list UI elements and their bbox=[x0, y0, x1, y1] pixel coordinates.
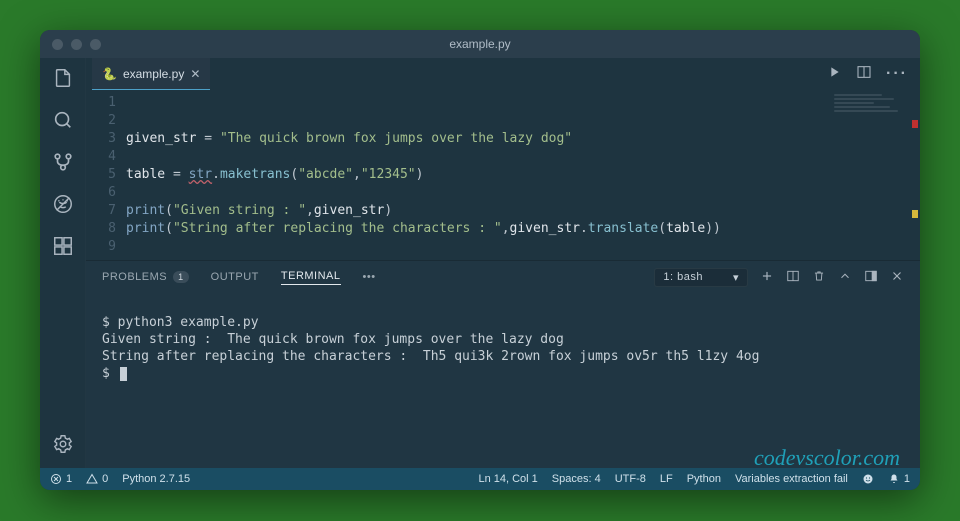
tab-label: example.py bbox=[123, 67, 184, 81]
code-content[interactable]: given_str = "The quick brown fox jumps o… bbox=[126, 94, 920, 260]
status-bar: 1 0 Python 2.7.15 Ln 14, Col 1 Spaces: 4… bbox=[40, 468, 920, 490]
scroll-marker-error[interactable] bbox=[912, 120, 918, 128]
scroll-marker-warning[interactable] bbox=[912, 210, 918, 218]
titlebar: example.py bbox=[40, 30, 920, 58]
explorer-icon[interactable] bbox=[51, 66, 75, 90]
tab-file[interactable]: 🐍 example.py ✕ bbox=[92, 58, 210, 90]
traffic-lights bbox=[40, 39, 101, 50]
app-window: example.py bbox=[40, 30, 920, 490]
settings-gear-icon[interactable] bbox=[51, 432, 75, 456]
status-python-version[interactable]: Python 2.7.15 bbox=[122, 473, 190, 485]
status-warnings[interactable]: 0 bbox=[86, 473, 108, 485]
debug-icon[interactable] bbox=[51, 192, 75, 216]
search-icon[interactable] bbox=[51, 108, 75, 132]
status-language[interactable]: Python bbox=[687, 473, 721, 485]
status-eol[interactable]: LF bbox=[660, 473, 673, 485]
python-file-icon: 🐍 bbox=[102, 67, 117, 81]
status-message[interactable]: Variables extraction fail bbox=[735, 473, 848, 485]
tabs-row: 🐍 example.py ✕ ··· bbox=[86, 58, 920, 90]
line-gutter: 123456789 bbox=[86, 94, 126, 260]
zoom-window-icon[interactable] bbox=[90, 39, 101, 50]
minimap[interactable] bbox=[834, 94, 914, 134]
split-editor-icon[interactable] bbox=[856, 64, 872, 85]
code-editor[interactable]: 123456789 given_str = "The quick brown f… bbox=[86, 90, 920, 260]
close-tab-icon[interactable]: ✕ bbox=[190, 67, 200, 81]
status-indent[interactable]: Spaces: 4 bbox=[552, 473, 601, 485]
activity-bar bbox=[40, 58, 86, 468]
status-notifications[interactable]: 1 bbox=[888, 473, 910, 485]
status-errors[interactable]: 1 bbox=[50, 473, 72, 485]
window-title: example.py bbox=[449, 37, 510, 51]
status-feedback-icon[interactable] bbox=[862, 473, 874, 485]
editor-actions: ··· bbox=[826, 58, 920, 90]
terminal-output[interactable]: $ python3 example.pyGiven string : The q… bbox=[86, 293, 920, 468]
terminal-cursor bbox=[120, 367, 127, 381]
more-actions-icon[interactable]: ··· bbox=[886, 65, 908, 83]
minimize-window-icon[interactable] bbox=[71, 39, 82, 50]
run-icon[interactable] bbox=[826, 64, 842, 85]
status-cursor-position[interactable]: Ln 14, Col 1 bbox=[478, 473, 537, 485]
status-encoding[interactable]: UTF-8 bbox=[615, 473, 646, 485]
close-window-icon[interactable] bbox=[52, 39, 63, 50]
source-control-icon[interactable] bbox=[51, 150, 75, 174]
extensions-icon[interactable] bbox=[51, 234, 75, 258]
